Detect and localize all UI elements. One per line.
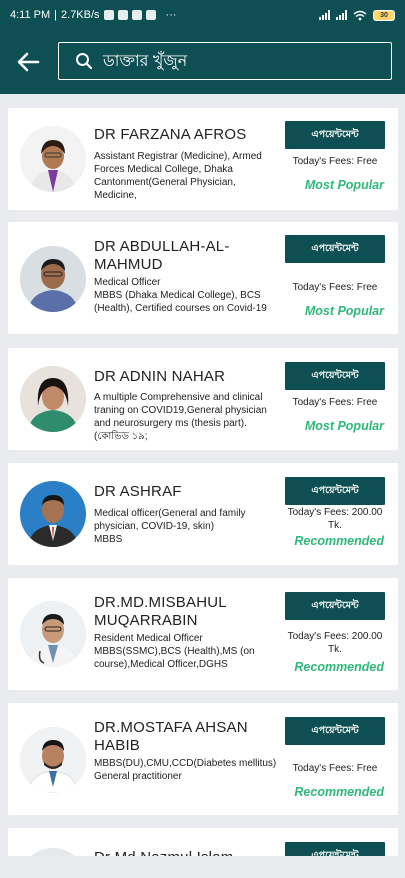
- doctor-avatar: [20, 727, 86, 793]
- status-left: 4:11 PM | 2.7KB/s ···: [10, 9, 177, 21]
- doctor-card[interactable]: DR ABDULLAH-AL-MAHMUD Medical Officer MB…: [8, 222, 398, 334]
- doctor-name: DR FARZANA AFROS: [94, 126, 247, 143]
- doctor-fees: Today's Fees: Free: [292, 156, 378, 167]
- doctor-description: A multiple Comprehensive and clinical tr…: [94, 392, 267, 442]
- status-right: 30: [319, 9, 395, 21]
- doctor-tag: Recommended: [294, 660, 384, 674]
- search-icon: [76, 53, 93, 70]
- doctor-card[interactable]: DR FARZANA AFROS Assistant Registrar (Me…: [8, 108, 398, 210]
- back-button[interactable]: [14, 48, 44, 76]
- doctor-tag: Most Popular: [304, 419, 384, 433]
- battery-icon: 30: [373, 9, 395, 21]
- message-icon: [117, 10, 128, 20]
- doctor-name: DR ASHRAF: [94, 483, 182, 500]
- appointment-button[interactable]: এপয়েন্টমেন্ট: [285, 717, 385, 745]
- status-bar: 4:11 PM | 2.7KB/s ··· 30: [0, 0, 405, 30]
- doctor-avatar: [20, 126, 86, 192]
- doctor-description: MBBS(DU),CMU,CCD(Diabetes mellitus) Gene…: [94, 758, 277, 782]
- appointment-button[interactable]: এপয়েন্টমেন্ট: [285, 362, 385, 390]
- more-notifications: ···: [165, 9, 177, 21]
- wifi-icon: [353, 10, 367, 20]
- appointment-button[interactable]: এপয়েন্টমেন্ট: [285, 477, 385, 505]
- doctor-name: DR.MD.MISBAHUL MUQARRABIN: [94, 594, 227, 629]
- notification-icon: [103, 10, 114, 20]
- doctor-tag: Most Popular: [304, 304, 384, 318]
- signal-2-icon: [336, 10, 347, 20]
- doctor-fees: Today's Fees: Free: [292, 397, 378, 408]
- status-time: 4:11 PM: [10, 9, 51, 21]
- doctor-card[interactable]: DR ASHRAF Medical officer(General and fa…: [8, 463, 398, 565]
- doctor-card[interactable]: DR.MOSTAFA AHSAN HABIB MBBS(DU),CMU,CCD(…: [8, 703, 398, 815]
- doctor-avatar: [20, 366, 86, 432]
- signal-icon: [319, 10, 330, 20]
- doctor-fees: Today's Fees: 200.00 Tk.: [287, 507, 383, 531]
- sync-icon: [145, 10, 156, 20]
- search-input[interactable]: ডাক্তার খুঁজুন: [58, 42, 392, 80]
- doctor-description: Assistant Registrar (Medicine), Armed Fo…: [94, 151, 262, 201]
- doctor-name: DR ABDULLAH-AL-MAHMUD: [94, 238, 230, 273]
- doctor-avatar: [20, 601, 86, 667]
- status-speed: 2.7KB/s: [61, 9, 100, 21]
- doctor-tag: Recommended: [294, 534, 384, 548]
- status-divider: |: [54, 9, 58, 21]
- search-placeholder: ডাক্তার খুঁজুন: [103, 52, 188, 70]
- doctor-tag: Recommended: [294, 785, 384, 799]
- doctor-description: Resident Medical Officer MBBS(SSMC),BCS …: [94, 633, 255, 670]
- doctor-fees: Today's Fees: 200.00 Tk.: [287, 631, 383, 655]
- appointment-button[interactable]: এপয়েন্টমেন্ট: [285, 592, 385, 620]
- back-arrow-icon: [17, 52, 40, 72]
- appointment-button[interactable]: এপয়েন্টমেন্ট: [285, 121, 385, 149]
- doctor-card[interactable]: DR.MD.MISBAHUL MUQARRABIN Resident Medic…: [8, 578, 398, 690]
- appointment-button[interactable]: এপয়েন্টমেন্ট: [285, 235, 385, 263]
- doctor-card[interactable]: DR ADNIN NAHAR A multiple Comprehensive …: [8, 348, 398, 450]
- mail-icon: [131, 10, 142, 20]
- doctor-fees: Today's Fees: Free: [292, 282, 378, 293]
- doctor-avatar: [20, 246, 86, 312]
- app-bar: ডাক্তার খুঁজুন: [0, 30, 405, 94]
- bottom-gap: [0, 856, 405, 878]
- doctor-description: Medical officer(General and family physi…: [94, 508, 246, 545]
- doctor-avatar: [20, 481, 86, 547]
- doctor-description: Medical Officer MBBS (Dhaka Medical Coll…: [94, 277, 267, 314]
- doctor-fees: Today's Fees: Free: [292, 763, 378, 774]
- doctor-name: DR ADNIN NAHAR: [94, 368, 226, 385]
- doctor-tag: Most Popular: [304, 178, 384, 192]
- doctor-name: DR.MOSTAFA AHSAN HABIB: [94, 719, 248, 754]
